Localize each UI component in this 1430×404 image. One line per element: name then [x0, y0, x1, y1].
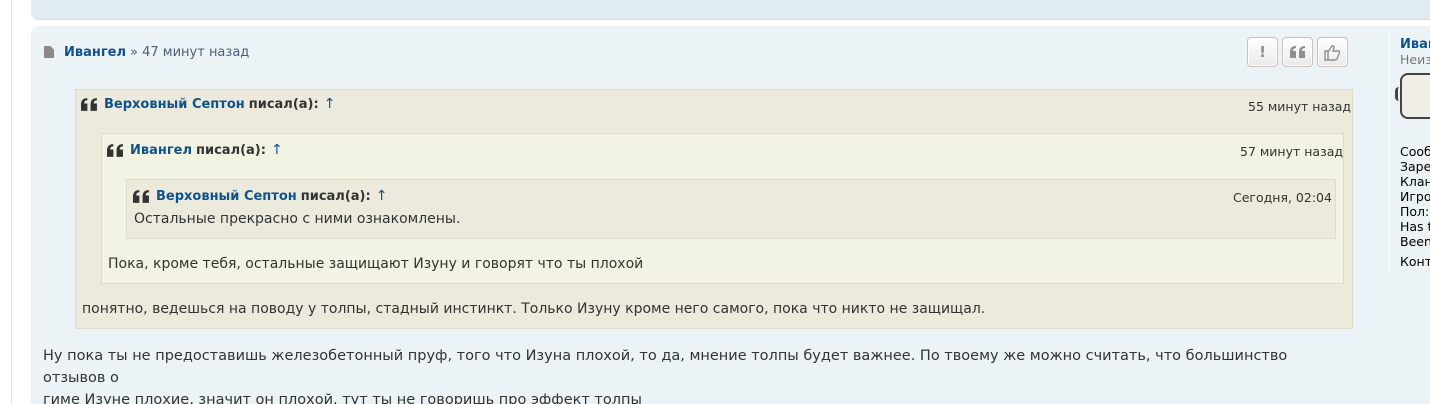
document-icon[interactable] [44, 46, 54, 58]
quote-button[interactable] [1282, 37, 1313, 67]
quote-text-outer: понятно, ведешься на поводу у толпы, ста… [82, 301, 986, 317]
post-buttons: ! [1247, 37, 1348, 67]
quote-author-link[interactable]: Ивангел [130, 143, 192, 158]
post-body-line: Ну пока ты не предоставишь железобетонны… [43, 348, 1288, 386]
quote-cite-outer: Верховный Септон писал(а): ↑ [81, 96, 335, 112]
profile-field: Has t [1400, 219, 1430, 234]
quote-icon [133, 189, 149, 203]
quote-icon [81, 97, 97, 111]
quote-text-inner: Остальные прекрасно с ними ознакомлены. [134, 211, 461, 227]
quote-date-outer: 55 минут назад [1248, 99, 1352, 114]
report-icon: ! [1259, 43, 1266, 61]
profile-sidebar: Иван Неиз Сооб Заре Клан Игро Пол: Has t… [1389, 33, 1430, 273]
quote-author-link[interactable]: Верховный Септон [104, 97, 245, 112]
report-button[interactable]: ! [1247, 37, 1278, 67]
profile-rank: Неиз [1400, 52, 1430, 67]
profile-field: Заре [1400, 159, 1430, 174]
quote-date-inner: Сегодня, 02:04 [1233, 190, 1332, 205]
thumbs-up-icon [1324, 44, 1341, 61]
quote-wrote-label: писал(а): [248, 96, 319, 112]
quote-icon [107, 143, 123, 157]
profile-username-link[interactable]: Иван [1400, 37, 1430, 52]
profile-field: Been [1400, 234, 1430, 249]
profile-contact-label: Конт [1400, 254, 1430, 269]
post-header: Ивангел » 47 минут назад [44, 43, 249, 61]
profile-field: Пол: [1400, 204, 1430, 219]
post-body: Ну пока ты не предоставишь железобетонны… [43, 345, 1353, 404]
post-author-link[interactable]: Ивангел [64, 45, 126, 60]
quote-text-middle: Пока, кроме тебя, остальные защищают Изу… [108, 256, 644, 272]
profile-field: Игро [1400, 189, 1430, 204]
quote-author-link[interactable]: Верховный Септон [156, 189, 297, 204]
post-time: » 47 минут назад [130, 45, 249, 60]
left-divider [11, 0, 12, 404]
profile-field: Сооб [1400, 144, 1430, 159]
quote-source-arrow[interactable]: ↑ [271, 142, 283, 158]
previous-post-bottom [31, 0, 1430, 20]
post-time-text: 47 минут назад [142, 44, 250, 60]
quote-icon [1289, 46, 1305, 58]
profile-fields: Сооб Заре Клан Игро Пол: Has t Been [1400, 144, 1430, 249]
post-body-line: гиме Изуне плохие, значит он плохой, тут… [43, 392, 642, 404]
quote-cite-inner: Верховный Септон писал(а): ↑ [133, 188, 387, 204]
quote-wrote-label: писал(а): [196, 142, 266, 158]
quote-wrote-label: писал(а): [300, 188, 371, 204]
separator: » [130, 44, 138, 60]
avatar[interactable] [1395, 73, 1430, 119]
quote-source-arrow[interactable]: ↑ [324, 96, 336, 112]
like-button[interactable] [1317, 37, 1348, 67]
quote-source-arrow[interactable]: ↑ [376, 188, 388, 204]
profile-field: Клан [1400, 174, 1430, 189]
quote-date-middle: 57 минут назад [1240, 144, 1344, 159]
quote-cite-middle: Ивангел писал(а): ↑ [107, 142, 283, 158]
